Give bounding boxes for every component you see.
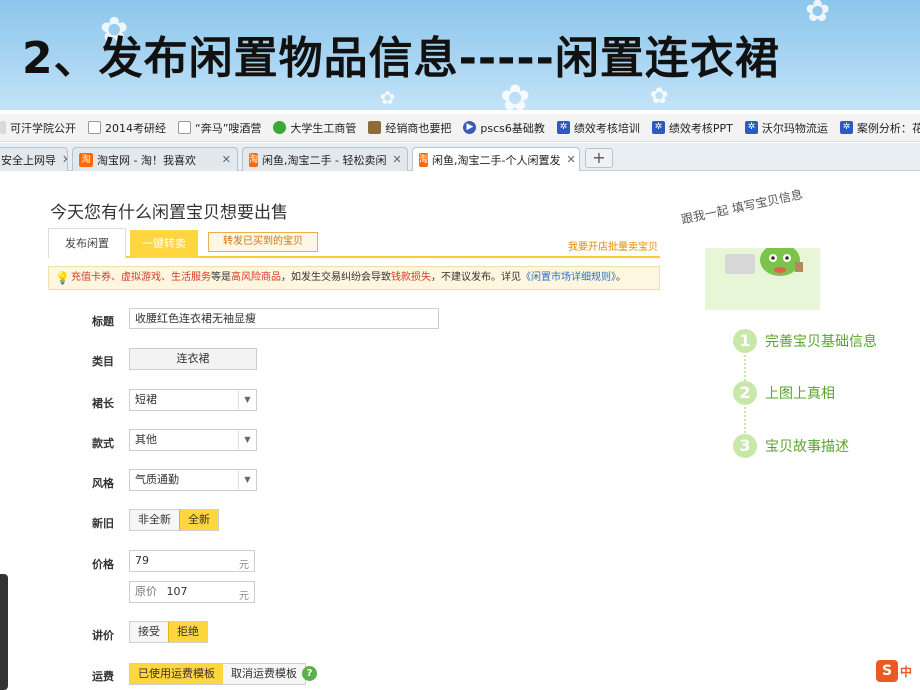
sogou-icon: S — [876, 660, 898, 682]
bookmark-item[interactable]: ✲ 绩效考核培训 — [556, 120, 640, 136]
rules-link[interactable]: 《闲置市场详细规则》 — [521, 272, 616, 283]
page-icon — [88, 121, 101, 134]
shipping-option-cancel-template[interactable]: 取消运费模板 — [223, 664, 305, 684]
taobao-icon: 淘 — [249, 152, 259, 167]
lightbulb-icon: 💡 — [55, 271, 70, 285]
flower-decoration-icon: ✿ — [380, 88, 396, 109]
bookmark-item[interactable]: 可汗学院公开 — [0, 120, 76, 136]
page-icon — [178, 121, 191, 134]
browser-tab[interactable]: 淘 淘宝网 - 淘！我喜欢 ✕ — [72, 147, 238, 171]
paw-icon: ✲ — [556, 121, 570, 134]
bookmark-item[interactable]: 2014考研经 — [88, 120, 166, 136]
site-icon — [368, 121, 382, 134]
site-icon — [273, 121, 287, 134]
mascot-illustration — [705, 244, 820, 310]
step-1: 1 完善宝贝基础信息 — [733, 329, 877, 353]
length-select[interactable]: 短裙 ▼ — [129, 389, 257, 411]
slide-title: 2、发布闲置物品信息-----闲置连衣裙 — [22, 33, 780, 84]
style-select[interactable]: 其他 ▼ — [129, 429, 257, 451]
browser-tabbar: 安全上网导 ✕ 淘 淘宝网 - 淘！我喜欢 ✕ 淘 闲鱼,淘宝二手 - 轻松卖闲… — [0, 143, 920, 171]
original-price-unit: 元 — [239, 591, 249, 602]
browser-tab-active[interactable]: 淘 闲鱼,淘宝二手-个人闲置发 ✕ — [412, 147, 580, 171]
chevron-down-icon: ▼ — [238, 430, 256, 450]
taobao-icon: 淘 — [419, 152, 429, 167]
title-input[interactable]: 收腰红色连衣裙无袖显瘦 — [129, 308, 439, 329]
bookmark-item[interactable]: ✲ 绩效考核PPT — [651, 120, 733, 136]
close-icon[interactable]: ✕ — [386, 153, 401, 166]
bookmark-item[interactable]: ✲ 案例分析：花 — [839, 120, 920, 136]
chevron-down-icon: ▼ — [238, 390, 256, 410]
bargain-label: 讲价 — [92, 629, 114, 642]
price-unit: 元 — [239, 560, 249, 571]
taobao-icon: 淘 — [79, 152, 93, 167]
length-label: 裙长 — [92, 397, 114, 410]
step-connector — [744, 407, 746, 433]
publish-tabs: 发布闲置 一键转卖 转发已买到的宝贝 我要开店批量卖宝贝 — [48, 228, 660, 258]
style-label: 款式 — [92, 437, 114, 450]
step-2: 2 上图上真相 — [733, 381, 835, 405]
mascot-icon — [725, 244, 803, 276]
bookmark-item[interactable]: 大学生工商管 — [273, 120, 356, 136]
guide-handwritten-title: 跟我一起 填写宝贝信息 — [680, 187, 805, 227]
close-icon[interactable]: ✕ — [216, 153, 231, 166]
step-label: 上图上真相 — [765, 386, 835, 402]
step-number: 1 — [733, 329, 757, 353]
condition-option-not-new[interactable]: 非全新 — [130, 510, 179, 530]
fashion-select[interactable]: 气质通勤 ▼ — [129, 469, 257, 491]
step-number: 3 — [733, 434, 757, 458]
paw-icon: ✲ — [744, 121, 758, 134]
tab-one-click-resell[interactable]: 一键转卖 — [130, 230, 198, 258]
new-tab-button[interactable]: + — [585, 148, 613, 168]
page-icon — [0, 121, 6, 134]
tab-publish-idle[interactable]: 发布闲置 — [48, 228, 126, 258]
close-icon[interactable]: ✕ — [56, 153, 67, 166]
shipping-option-use-template[interactable]: 已使用运费模板 — [130, 664, 223, 684]
step-number: 2 — [733, 381, 757, 405]
price-label: 价格 — [92, 558, 114, 571]
step-3: 3 宝贝故事描述 — [733, 434, 849, 458]
side-handle[interactable] — [0, 574, 8, 690]
title-label: 标题 — [92, 315, 114, 328]
slide-header: ✿ ✿ ✿ ✿ ✿ 2、发布闲置物品信息-----闲置连衣裙 — [0, 0, 920, 110]
fashion-label: 风格 — [92, 477, 114, 490]
shipping-label: 运费 — [92, 670, 114, 683]
open-shop-link[interactable]: 我要开店批量卖宝贝 — [568, 238, 658, 253]
browser-tab[interactable]: 安全上网导 ✕ — [0, 147, 68, 171]
play-icon: ▶ — [463, 121, 477, 134]
paw-icon: ✲ — [651, 121, 665, 134]
condition-option-new[interactable]: 全新 — [179, 510, 218, 530]
sogou-ime-toolbar[interactable]: S 中 — [876, 658, 920, 684]
risk-notice: 💡 充值卡券、虚拟游戏、生活服务等是高风险商品，如发生交易纠纷会导致钱款损失，不… — [48, 266, 660, 290]
close-icon[interactable]: ✕ — [560, 153, 575, 166]
page-title: 今天您有什么闲置宝贝想要出售 — [50, 203, 288, 223]
chevron-down-icon: ▼ — [238, 470, 256, 490]
browser-tab[interactable]: 淘 闲鱼,淘宝二手 - 轻松卖闲 ✕ — [242, 147, 408, 171]
bargain-option-refuse[interactable]: 拒绝 — [168, 622, 207, 642]
bookmark-item[interactable]: ▶ pscs6基础教 — [463, 120, 545, 136]
price-input[interactable]: 79 — [129, 550, 255, 572]
category-button[interactable]: 连衣裙 — [129, 348, 257, 370]
help-icon[interactable]: ? — [302, 666, 317, 681]
ime-mode-label: 中 — [900, 664, 913, 679]
category-label: 类目 — [92, 355, 114, 368]
step-connector — [744, 355, 746, 381]
shipping-toggle: 已使用运费模板 取消运费模板 — [129, 663, 306, 685]
condition-label: 新旧 — [92, 517, 114, 530]
bookmark-bar: 可汗学院公开 2014考研经 “奔马”嗖酒营 大学生工商管 经销商也要把 ▶ ps… — [0, 114, 920, 142]
condition-toggle: 非全新 全新 — [129, 509, 219, 531]
bookmark-item[interactable]: ✲ 沃尔玛物流运 — [744, 120, 828, 136]
flower-decoration-icon: ✿ — [650, 84, 669, 109]
bookmark-item[interactable]: 经销商也要把 — [368, 120, 451, 136]
tab-transfer-bought[interactable]: 转发已买到的宝贝 — [208, 232, 318, 252]
bookmark-item[interactable]: “奔马”嗖酒营 — [178, 120, 261, 136]
original-price-input[interactable]: 原价 107 — [129, 581, 255, 603]
bargain-option-accept[interactable]: 接受 — [130, 622, 168, 642]
step-label: 完善宝贝基础信息 — [765, 334, 877, 350]
flower-decoration-icon: ✿ — [805, 0, 831, 29]
paw-icon: ✲ — [839, 121, 853, 134]
step-label: 宝贝故事描述 — [765, 439, 849, 455]
bargain-toggle: 接受 拒绝 — [129, 621, 208, 643]
